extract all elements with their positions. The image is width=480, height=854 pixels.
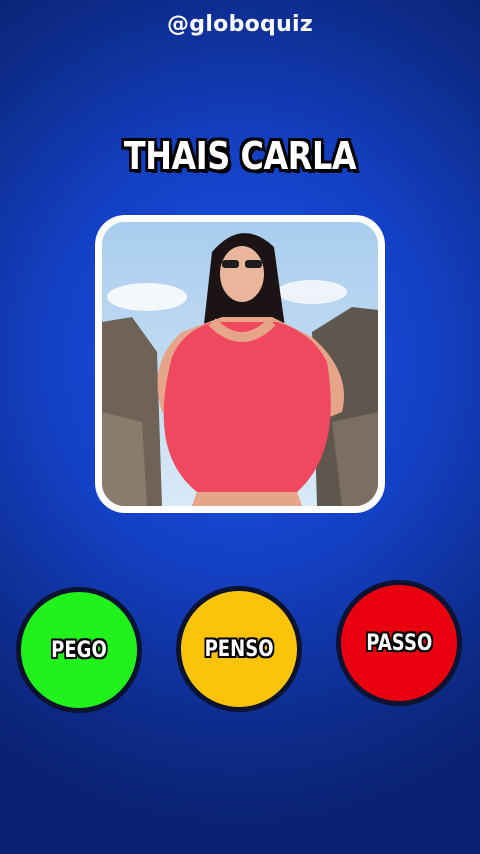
passo-label: PASSO xyxy=(365,630,433,656)
penso-button[interactable]: PENSO xyxy=(176,586,302,712)
pego-label: PEGO xyxy=(51,637,107,663)
celebrity-photo xyxy=(102,222,378,506)
celebrity-photo-frame xyxy=(95,215,385,513)
account-handle: @globoquiz xyxy=(166,12,314,37)
penso-label: PENSO xyxy=(204,636,274,662)
celebrity-name-title: THAIS CARLA xyxy=(123,134,357,178)
pego-button[interactable]: PEGO xyxy=(16,587,142,713)
passo-button[interactable]: PASSO xyxy=(336,580,462,706)
